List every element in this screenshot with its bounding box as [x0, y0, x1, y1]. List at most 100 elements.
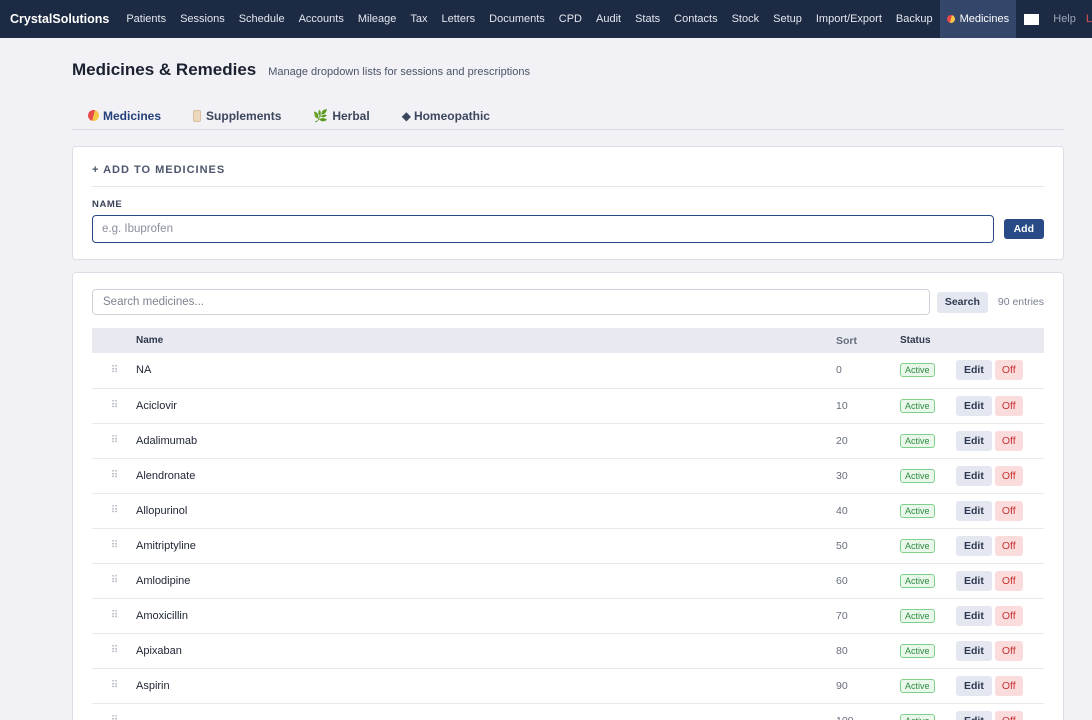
table-row: ⠿ 100Active EditOff — [92, 703, 1044, 720]
nav-item-contacts[interactable]: Contacts — [667, 0, 724, 38]
nav-item-stats[interactable]: Stats — [628, 0, 667, 38]
actions-cell: EditOff — [956, 353, 1044, 389]
nav-item-patients[interactable]: Patients — [119, 0, 173, 38]
drag-handle-icon[interactable]: ⠿ — [92, 703, 136, 720]
tab-label: Medicines — [103, 108, 162, 123]
drag-handle-icon[interactable]: ⠿ — [92, 668, 136, 704]
off-button[interactable]: Off — [994, 430, 1023, 451]
drag-handle-icon[interactable]: ⠿ — [92, 528, 136, 564]
status-cell: Active — [900, 353, 956, 389]
tab-homeopathic[interactable]: ◆ Homeopathic — [386, 102, 506, 129]
drag-handle-icon[interactable]: ⠿ — [92, 598, 136, 634]
medicine-name: Amoxicillin — [136, 598, 836, 634]
tab-herbal[interactable]: 🌿 Herbal — [297, 102, 385, 129]
table-row: ⠿ Amoxicillin 70 Active Edit Off — [92, 598, 1044, 634]
nav-item-stock[interactable]: Stock — [725, 0, 767, 38]
leaf-icon: 🌿 — [313, 108, 329, 123]
table-body: ⠿ NA 0 Active Edit Off ⠿ Aciclovir 10 Active Edit O… — [92, 353, 1044, 720]
nav-item-cpd[interactable]: CPD — [552, 0, 589, 38]
off-button[interactable]: Off — [994, 605, 1023, 626]
actions-column-header — [956, 328, 1044, 353]
status-cell: Active — [900, 528, 956, 564]
status-badge: Active — [900, 573, 935, 588]
drag-handle-icon[interactable]: ⠿ — [92, 633, 136, 669]
nav-item-tax[interactable]: Tax — [403, 0, 434, 38]
actions-cell: EditOff — [956, 633, 1044, 669]
actions-cell: EditOff — [956, 388, 1044, 424]
actions-cell: EditOff — [956, 528, 1044, 564]
nav-item-import-export[interactable]: Import/Export — [809, 0, 889, 38]
search-button[interactable]: Search — [936, 291, 988, 313]
drag-column-header — [92, 328, 136, 353]
top-navigation: CrystalSolutions Patients Sessions Schedul… — [0, 0, 1092, 38]
edit-button[interactable]: Edit — [956, 360, 992, 381]
medicine-name: NA — [136, 353, 836, 389]
off-button[interactable]: Off — [994, 710, 1023, 720]
add-button[interactable]: Add — [1003, 219, 1044, 239]
tab-medicines[interactable]: Medicines — [72, 102, 177, 129]
sort-value: 40 — [836, 493, 900, 529]
medicines-list-panel: Search 90 entries Name Sort Status ⠿NA0A… — [72, 272, 1064, 720]
edit-button[interactable]: Edit — [956, 535, 992, 556]
entries-count: 90 entries — [997, 296, 1044, 308]
page-title: Medicines & Remedies — [72, 60, 257, 79]
drag-handle-icon[interactable]: ⠿ — [92, 563, 136, 599]
table-row: ⠿ NA 0 Active Edit Off — [92, 353, 1044, 389]
nav-item-accounts[interactable]: Accounts — [292, 0, 351, 38]
edit-button[interactable]: Edit — [956, 570, 992, 591]
off-button[interactable]: Off — [994, 535, 1023, 556]
nav-item-schedule[interactable]: Schedule — [232, 0, 292, 38]
status-cell: Active — [900, 563, 956, 599]
medicine-name: Alendronate — [136, 458, 836, 494]
drag-handle-icon[interactable]: ⠿ — [92, 388, 136, 424]
nav-item-sessions[interactable]: Sessions — [173, 0, 232, 38]
drag-handle-icon[interactable]: ⠿ — [92, 493, 136, 529]
sort-value: 70 — [836, 598, 900, 634]
nav-item-medicines[interactable]: Medicines — [939, 0, 1017, 38]
off-button[interactable]: Off — [994, 675, 1023, 696]
status-badge: Active — [900, 503, 935, 518]
edit-button[interactable]: Edit — [956, 710, 992, 720]
off-button[interactable]: Off — [994, 570, 1023, 591]
search-input[interactable] — [92, 289, 930, 315]
actions-cell: EditOff — [956, 598, 1044, 634]
off-button[interactable]: Off — [994, 640, 1023, 661]
drag-handle-icon[interactable]: ⠿ — [92, 353, 136, 389]
nav-item-documents[interactable]: Documents — [482, 0, 552, 38]
status-cell: Active — [900, 458, 956, 494]
nav-item-letters[interactable]: Letters — [435, 0, 483, 38]
edit-button[interactable]: Edit — [956, 430, 992, 451]
bottle-icon — [193, 109, 202, 122]
brand-logo[interactable]: CrystalSolutions — [0, 12, 119, 26]
nav-logout-cut[interactable]: L — [1082, 13, 1092, 25]
name-input[interactable] — [92, 215, 994, 243]
page-header: Medicines & Remedies Manage dropdown lis… — [72, 38, 1064, 88]
tab-supplements[interactable]: Supplements — [177, 102, 297, 129]
off-button[interactable]: Off — [994, 500, 1023, 521]
off-button[interactable]: Off — [994, 465, 1023, 486]
status-badge: Active — [900, 433, 935, 448]
edit-button[interactable]: Edit — [956, 465, 992, 486]
nav-item-setup[interactable]: Setup — [766, 0, 809, 38]
status-cell: Active — [900, 493, 956, 529]
drag-handle-icon[interactable]: ⠿ — [92, 458, 136, 494]
status-badge: Active — [900, 608, 935, 623]
diamond-icon: ◆ — [401, 108, 411, 123]
edit-button[interactable]: Edit — [956, 640, 992, 661]
nav-help[interactable]: Help — [1047, 13, 1082, 25]
sort-value: 60 — [836, 563, 900, 599]
nav-item-audit[interactable]: Audit — [589, 0, 628, 38]
status-cell: Active — [900, 598, 956, 634]
medicine-name: Aciclovir — [136, 388, 836, 424]
nav-item-mileage[interactable]: Mileage — [351, 0, 404, 38]
edit-button[interactable]: Edit — [956, 605, 992, 626]
drag-handle-icon[interactable]: ⠿ — [92, 423, 136, 459]
edit-button[interactable]: Edit — [956, 500, 992, 521]
nav-item-backup[interactable]: Backup — [889, 0, 940, 38]
edit-button[interactable]: Edit — [956, 675, 992, 696]
off-button[interactable]: Off — [994, 360, 1023, 381]
off-button[interactable]: Off — [994, 395, 1023, 416]
white-swatch[interactable] — [1024, 13, 1040, 25]
edit-button[interactable]: Edit — [956, 395, 992, 416]
actions-cell: EditOff — [956, 668, 1044, 704]
